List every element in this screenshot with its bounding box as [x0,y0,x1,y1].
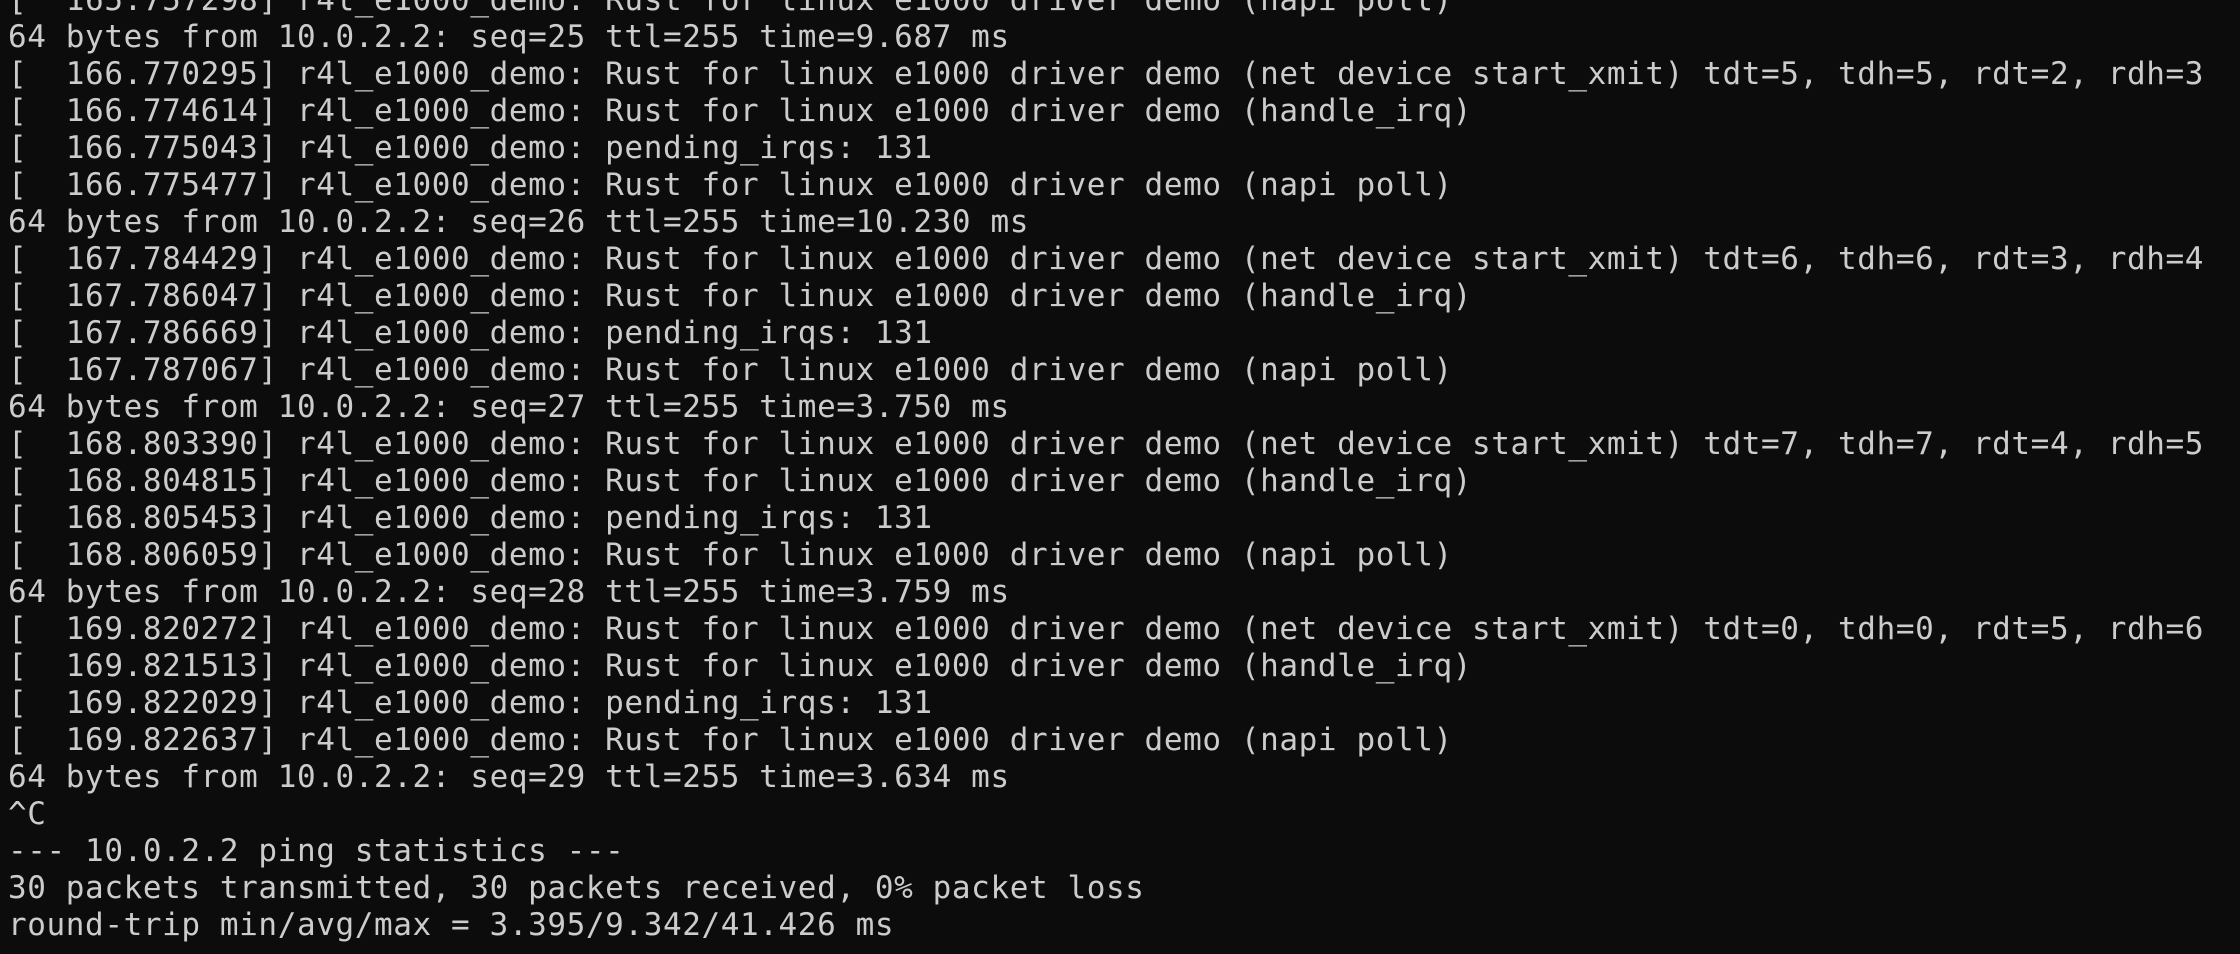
terminal-line: [ 168.805453] r4l_e1000_demo: pending_ir… [8,500,933,536]
terminal-line: [ 169.820272] r4l_e1000_demo: Rust for l… [8,611,2205,647]
terminal-line: --- 10.0.2.2 ping statistics --- [8,833,625,869]
terminal-line: [ 166.775477] r4l_e1000_demo: Rust for l… [8,167,1453,203]
terminal-line: [ 168.803390] r4l_e1000_demo: Rust for l… [8,426,2205,462]
terminal-line: [ 169.821513] r4l_e1000_demo: Rust for l… [8,648,1473,684]
terminal-line: [ 167.787067] r4l_e1000_demo: Rust for l… [8,352,1453,388]
terminal-line: 64 bytes from 10.0.2.2: seq=27 ttl=255 t… [8,389,1010,425]
terminal-line: [ 165.757298] r4l_e1000_demo: Rust for l… [8,0,1453,18]
terminal-line: [ 168.806059] r4l_e1000_demo: Rust for l… [8,537,1453,573]
terminal-line: 64 bytes from 10.0.2.2: seq=25 ttl=255 t… [8,19,1010,55]
terminal-line: [ 169.822637] r4l_e1000_demo: Rust for l… [8,722,1453,758]
terminal-line: [ 167.786669] r4l_e1000_demo: pending_ir… [8,315,933,351]
terminal-line: 64 bytes from 10.0.2.2: seq=26 ttl=255 t… [8,204,1029,240]
terminal-window[interactable]: [ 165.757298] r4l_e1000_demo: Rust for l… [0,0,2240,954]
terminal-line: 64 bytes from 10.0.2.2: seq=28 ttl=255 t… [8,574,1010,610]
terminal-line: [ 167.784429] r4l_e1000_demo: Rust for l… [8,241,2205,277]
terminal-line: ^C [8,796,47,832]
terminal-output: [ 165.757298] r4l_e1000_demo: Rust for l… [8,0,2240,944]
terminal-line: 30 packets transmitted, 30 packets recei… [8,870,1145,906]
terminal-line: [ 166.775043] r4l_e1000_demo: pending_ir… [8,130,933,166]
terminal-line: [ 169.822029] r4l_e1000_demo: pending_ir… [8,685,933,721]
terminal-line: [ 166.774614] r4l_e1000_demo: Rust for l… [8,93,1473,129]
terminal-line: 64 bytes from 10.0.2.2: seq=29 ttl=255 t… [8,759,1010,795]
terminal-line: [ 167.786047] r4l_e1000_demo: Rust for l… [8,278,1473,314]
terminal-line: [ 166.770295] r4l_e1000_demo: Rust for l… [8,56,2205,92]
terminal-line: [ 168.804815] r4l_e1000_demo: Rust for l… [8,463,1473,499]
terminal-line: round-trip min/avg/max = 3.395/9.342/41.… [8,907,895,943]
